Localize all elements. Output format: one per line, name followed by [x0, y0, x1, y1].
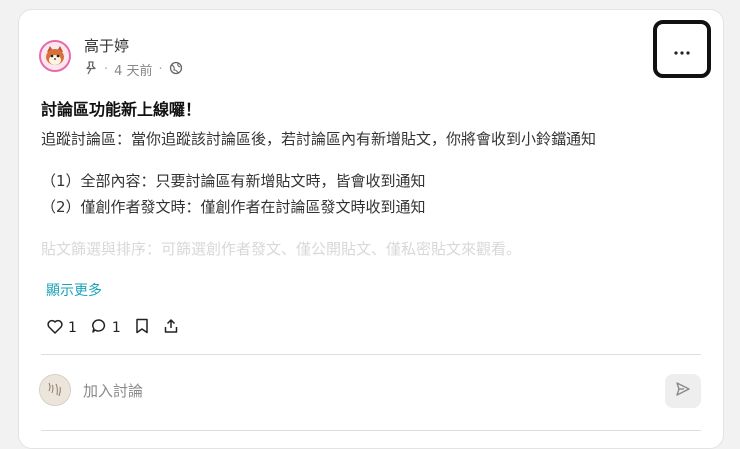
globe-icon	[169, 61, 183, 79]
meta-separator: ·	[158, 62, 163, 77]
post-line: （1）全部內容：只要討論區有新增貼文時，皆會收到通知	[41, 172, 426, 190]
post-paragraph: 追蹤討論區：當你追蹤該討論區後，若討論區內有新增貼文，你將會收到小鈴鐺通知	[41, 130, 597, 148]
author-avatar[interactable]	[39, 40, 71, 72]
avatar-image	[40, 375, 70, 405]
divider	[41, 354, 701, 355]
post-meta: · 4 天前 ·	[84, 60, 183, 79]
comment-bubble-icon	[91, 318, 107, 338]
comment-button[interactable]: 1	[91, 318, 121, 338]
author-name[interactable]: 高于婷	[84, 35, 129, 56]
post-faded-line: 貼文篩選與排序：可篩選創作者發文、僅公開貼文、僅私密貼文來觀看。	[41, 240, 522, 258]
post-card: 高于婷 · 4 天前 · 討論區功能新上線囉！ 追蹤討論區：當你追蹤該討論區後，…	[18, 9, 724, 449]
send-button[interactable]	[665, 374, 701, 408]
divider	[41, 430, 701, 431]
post-title: 討論區功能新上線囉！	[41, 100, 202, 119]
send-icon	[675, 381, 691, 401]
more-options-button[interactable]	[653, 20, 711, 78]
like-count: 1	[68, 320, 77, 336]
comment-count: 1	[111, 320, 121, 336]
comment-input[interactable]: 加入討論	[83, 380, 143, 401]
post-line: （2）僅創作者發文時：僅創作者在討論區發文時收到通知	[41, 198, 426, 216]
share-button[interactable]	[163, 318, 179, 338]
heart-icon	[47, 319, 63, 338]
post-actions: 1 1	[47, 318, 193, 338]
meta-separator: ·	[104, 62, 109, 77]
avatar-image	[41, 42, 69, 70]
post-time: 4 天前	[114, 64, 153, 79]
pin-icon	[84, 60, 98, 79]
bookmark-button[interactable]	[135, 318, 149, 338]
ellipsis-icon	[674, 39, 690, 60]
show-more-link[interactable]: 顯示更多	[46, 280, 102, 300]
like-button[interactable]: 1	[47, 319, 77, 338]
share-icon	[163, 318, 179, 338]
bookmark-icon	[135, 318, 149, 338]
current-user-avatar	[39, 374, 71, 406]
